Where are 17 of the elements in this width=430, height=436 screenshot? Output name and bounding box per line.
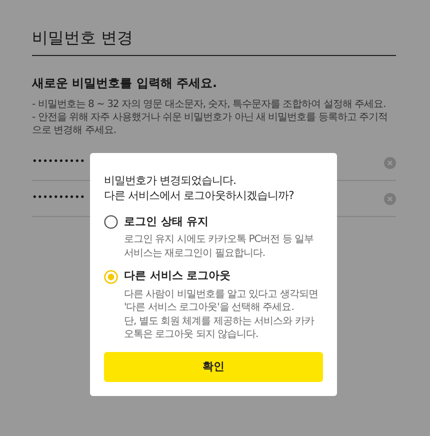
dialog-message: 비밀번호가 변경되었습니다. (104, 173, 237, 188)
option-description: 단, 별도 회원 체계를 제공하는 서비스와 카카오톡은 로그아웃 되지 않습니다. (124, 314, 316, 342)
password-field[interactable]: •••••••••• (32, 156, 88, 170)
option-description: 로그인 유지 시에도 카카오톡 PC버전 등 일부 서비스는 재로그인이 필요합니다. (124, 233, 315, 260)
confirm-button[interactable]: 확인 (104, 352, 323, 382)
radio-option[interactable]: 다른 서비스 로그아웃 (104, 268, 231, 285)
password-field[interactable]: •••••••••• (32, 192, 88, 206)
guideline-note: - 비밀번호는 8 ~ 32 자의 영문 대소문자, 숫자, 특수문자를 조합하여 설정해 주세요. (32, 98, 387, 112)
guideline-note: - 안전을 위해 자주 사용했거나 쉬운 비밀번호가 아닌 새 비밀번호를 등록하고 주기적으로 변경해 주세요. (32, 111, 389, 138)
dialog-message: 다른 서비스에서 로그아웃하시겠습니까? (104, 188, 295, 204)
clear-icon[interactable] (384, 156, 396, 169)
page-title: 비밀번호 변경 (32, 28, 396, 56)
instruction-heading: 새로운 비밀번호를 입력해 주세요. (32, 75, 218, 92)
radio-option[interactable]: 로그인 상태 유지 (104, 214, 209, 230)
radio-icon[interactable] (104, 215, 118, 230)
clear-icon[interactable] (384, 192, 396, 205)
option-description: 다른 사람이 비밀번호를 알고 있다고 생각되면 '다른 서비스 로그아웃'을 선택해 주세요. (124, 288, 319, 315)
